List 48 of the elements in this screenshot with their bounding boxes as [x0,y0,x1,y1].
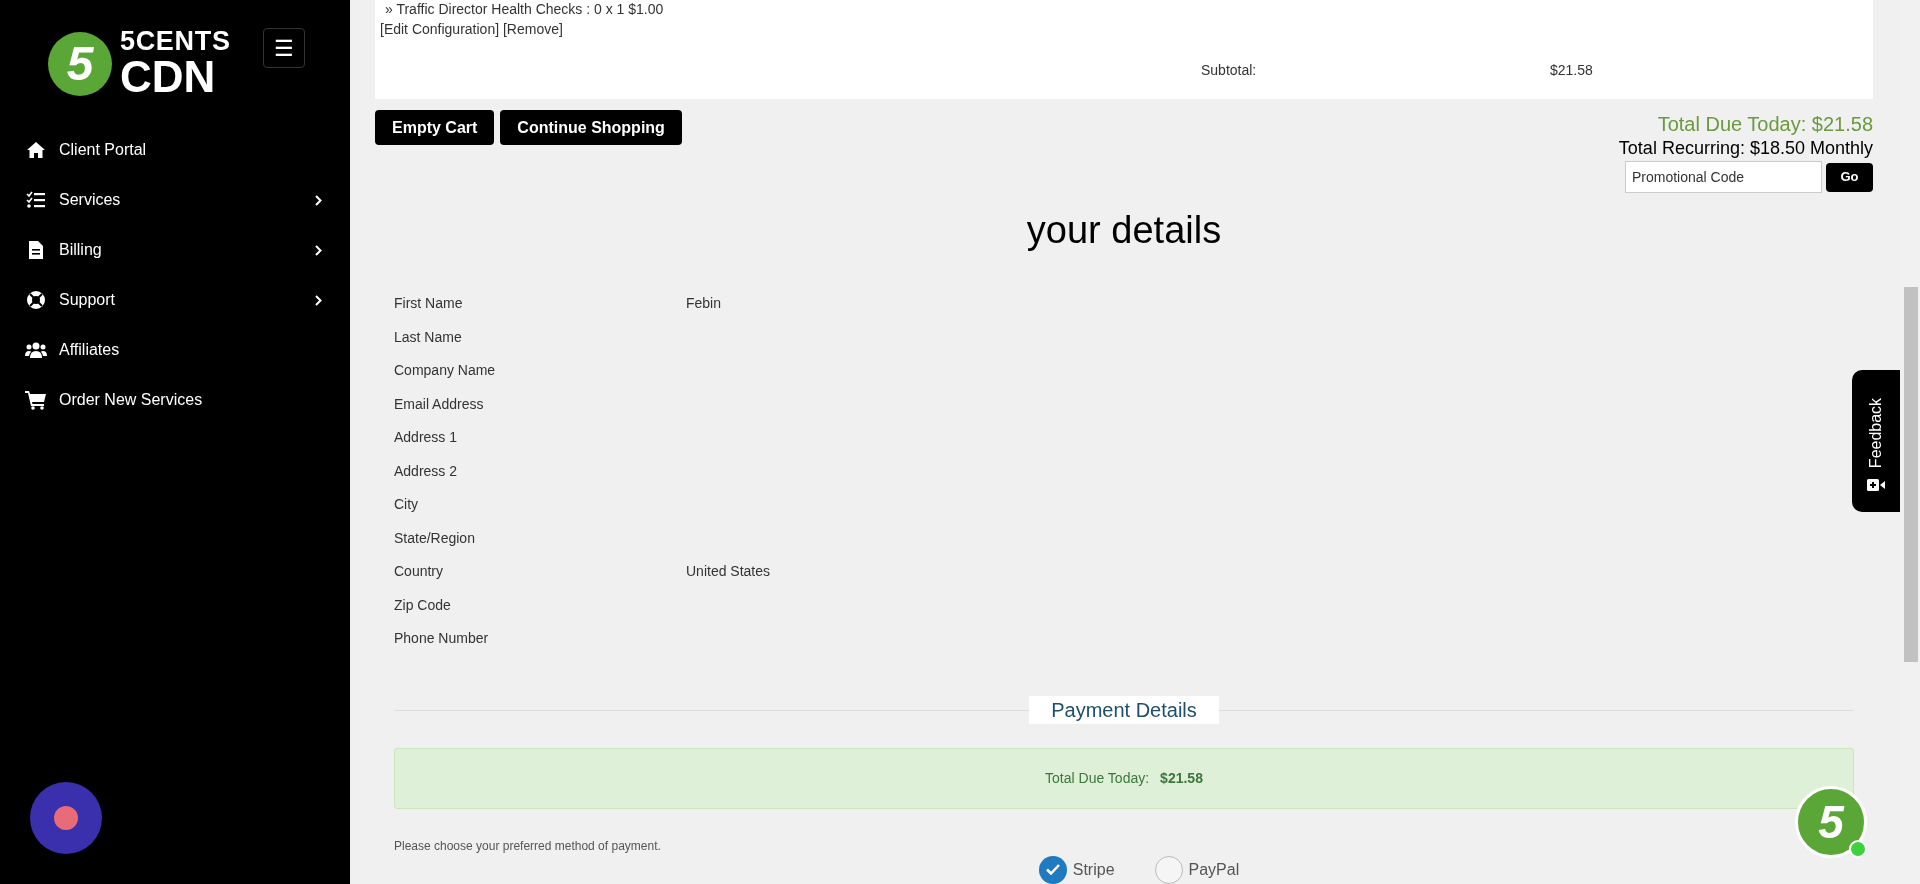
cart-icon [25,390,47,410]
checklist-icon [26,191,46,209]
field-label: First Name [394,294,464,314]
go-button[interactable]: Go [1826,162,1873,192]
video-plus-icon [1867,479,1885,491]
sidebar-item[interactable]: Services [0,175,350,225]
field-label: Zip Code [394,595,452,615]
section-heading: your details [1025,208,1223,252]
users-icon [25,341,47,359]
document-icon [28,240,44,260]
field-label: Email Address [394,394,485,414]
subtotal-value: $21.58 [1550,61,1593,80]
menu-button[interactable]: ☰ [263,28,305,68]
promo-code-field[interactable]: Promotional Code [1625,161,1822,193]
field-label: Address 1 [394,428,459,448]
check-icon [1045,864,1060,875]
alert-amount: $21.58 [1160,768,1203,788]
sidebar-item[interactable]: Affiliates [0,325,350,375]
feedback-tab[interactable]: Feedback [1852,370,1900,512]
home-icon [26,141,46,159]
scrollbar-thumb[interactable] [1904,287,1918,662]
field-label: State/Region [394,528,476,548]
field-label: Country [394,562,445,582]
sidebar-item[interactable]: Billing [0,225,350,275]
cart-item-line: » Traffic Director Health Checks : 0 x 1 $1.00 [384,0,665,18]
field-value: United States [686,562,771,582]
cart-button[interactable]: Continue Shopping [500,110,682,145]
field-label: Address 2 [394,461,459,481]
cart-button[interactable]: Empty Cart [375,110,495,145]
payment-method-radio[interactable]: Stripe [1038,855,1115,884]
cart-actions[interactable]: [Edit Configuration] [Remove] [380,20,1868,38]
field-value: Febin [686,294,722,314]
payment-details-heading: Payment Details [1029,695,1219,724]
payment-method-radio[interactable]: PayPal [1154,855,1240,884]
sidebar-item[interactable]: Support [0,275,350,325]
field-label: City [394,495,420,515]
sidebar-item[interactable]: Client Portal [0,125,350,175]
sidebar-item[interactable]: Order New Services [0,375,350,425]
alert-label: Total Due Today: [1045,768,1150,788]
field-label: Last Name [394,327,463,347]
field-label: Phone Number [394,629,490,649]
payment-prompt: Please choose your preferred method of payment. [394,837,662,855]
total-recurring: Total Recurring: $18.50 Monthly [1618,137,1873,160]
field-label: Company Name [394,361,497,381]
lifebuoy-icon [26,290,46,310]
total-due-today: Total Due Today: $21.58 [1657,112,1873,136]
subtotal-label: Subtotal: [1201,61,1257,80]
record-icon [54,806,78,830]
